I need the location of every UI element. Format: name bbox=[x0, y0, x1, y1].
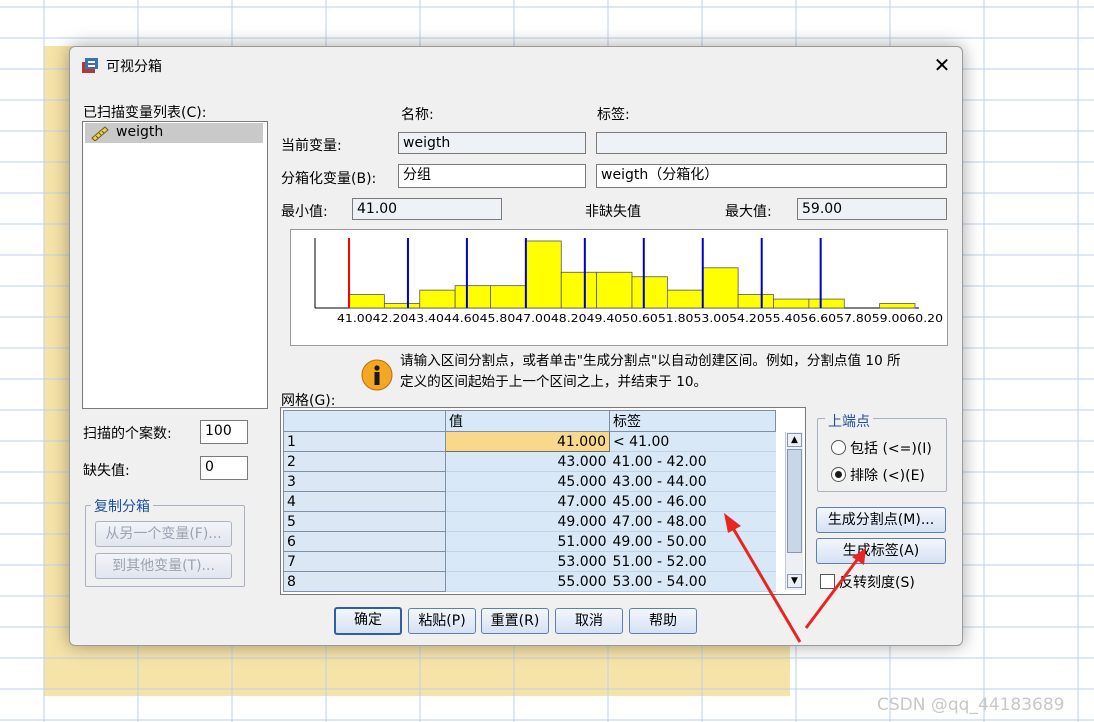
arrow-line-2 bbox=[804, 555, 862, 629]
watermark: CSDN @qq_44183689 bbox=[877, 695, 1065, 715]
arrow-head-1 bbox=[724, 513, 741, 533]
annotation-arrows bbox=[724, 513, 866, 643]
arrow-line-1 bbox=[728, 522, 802, 643]
